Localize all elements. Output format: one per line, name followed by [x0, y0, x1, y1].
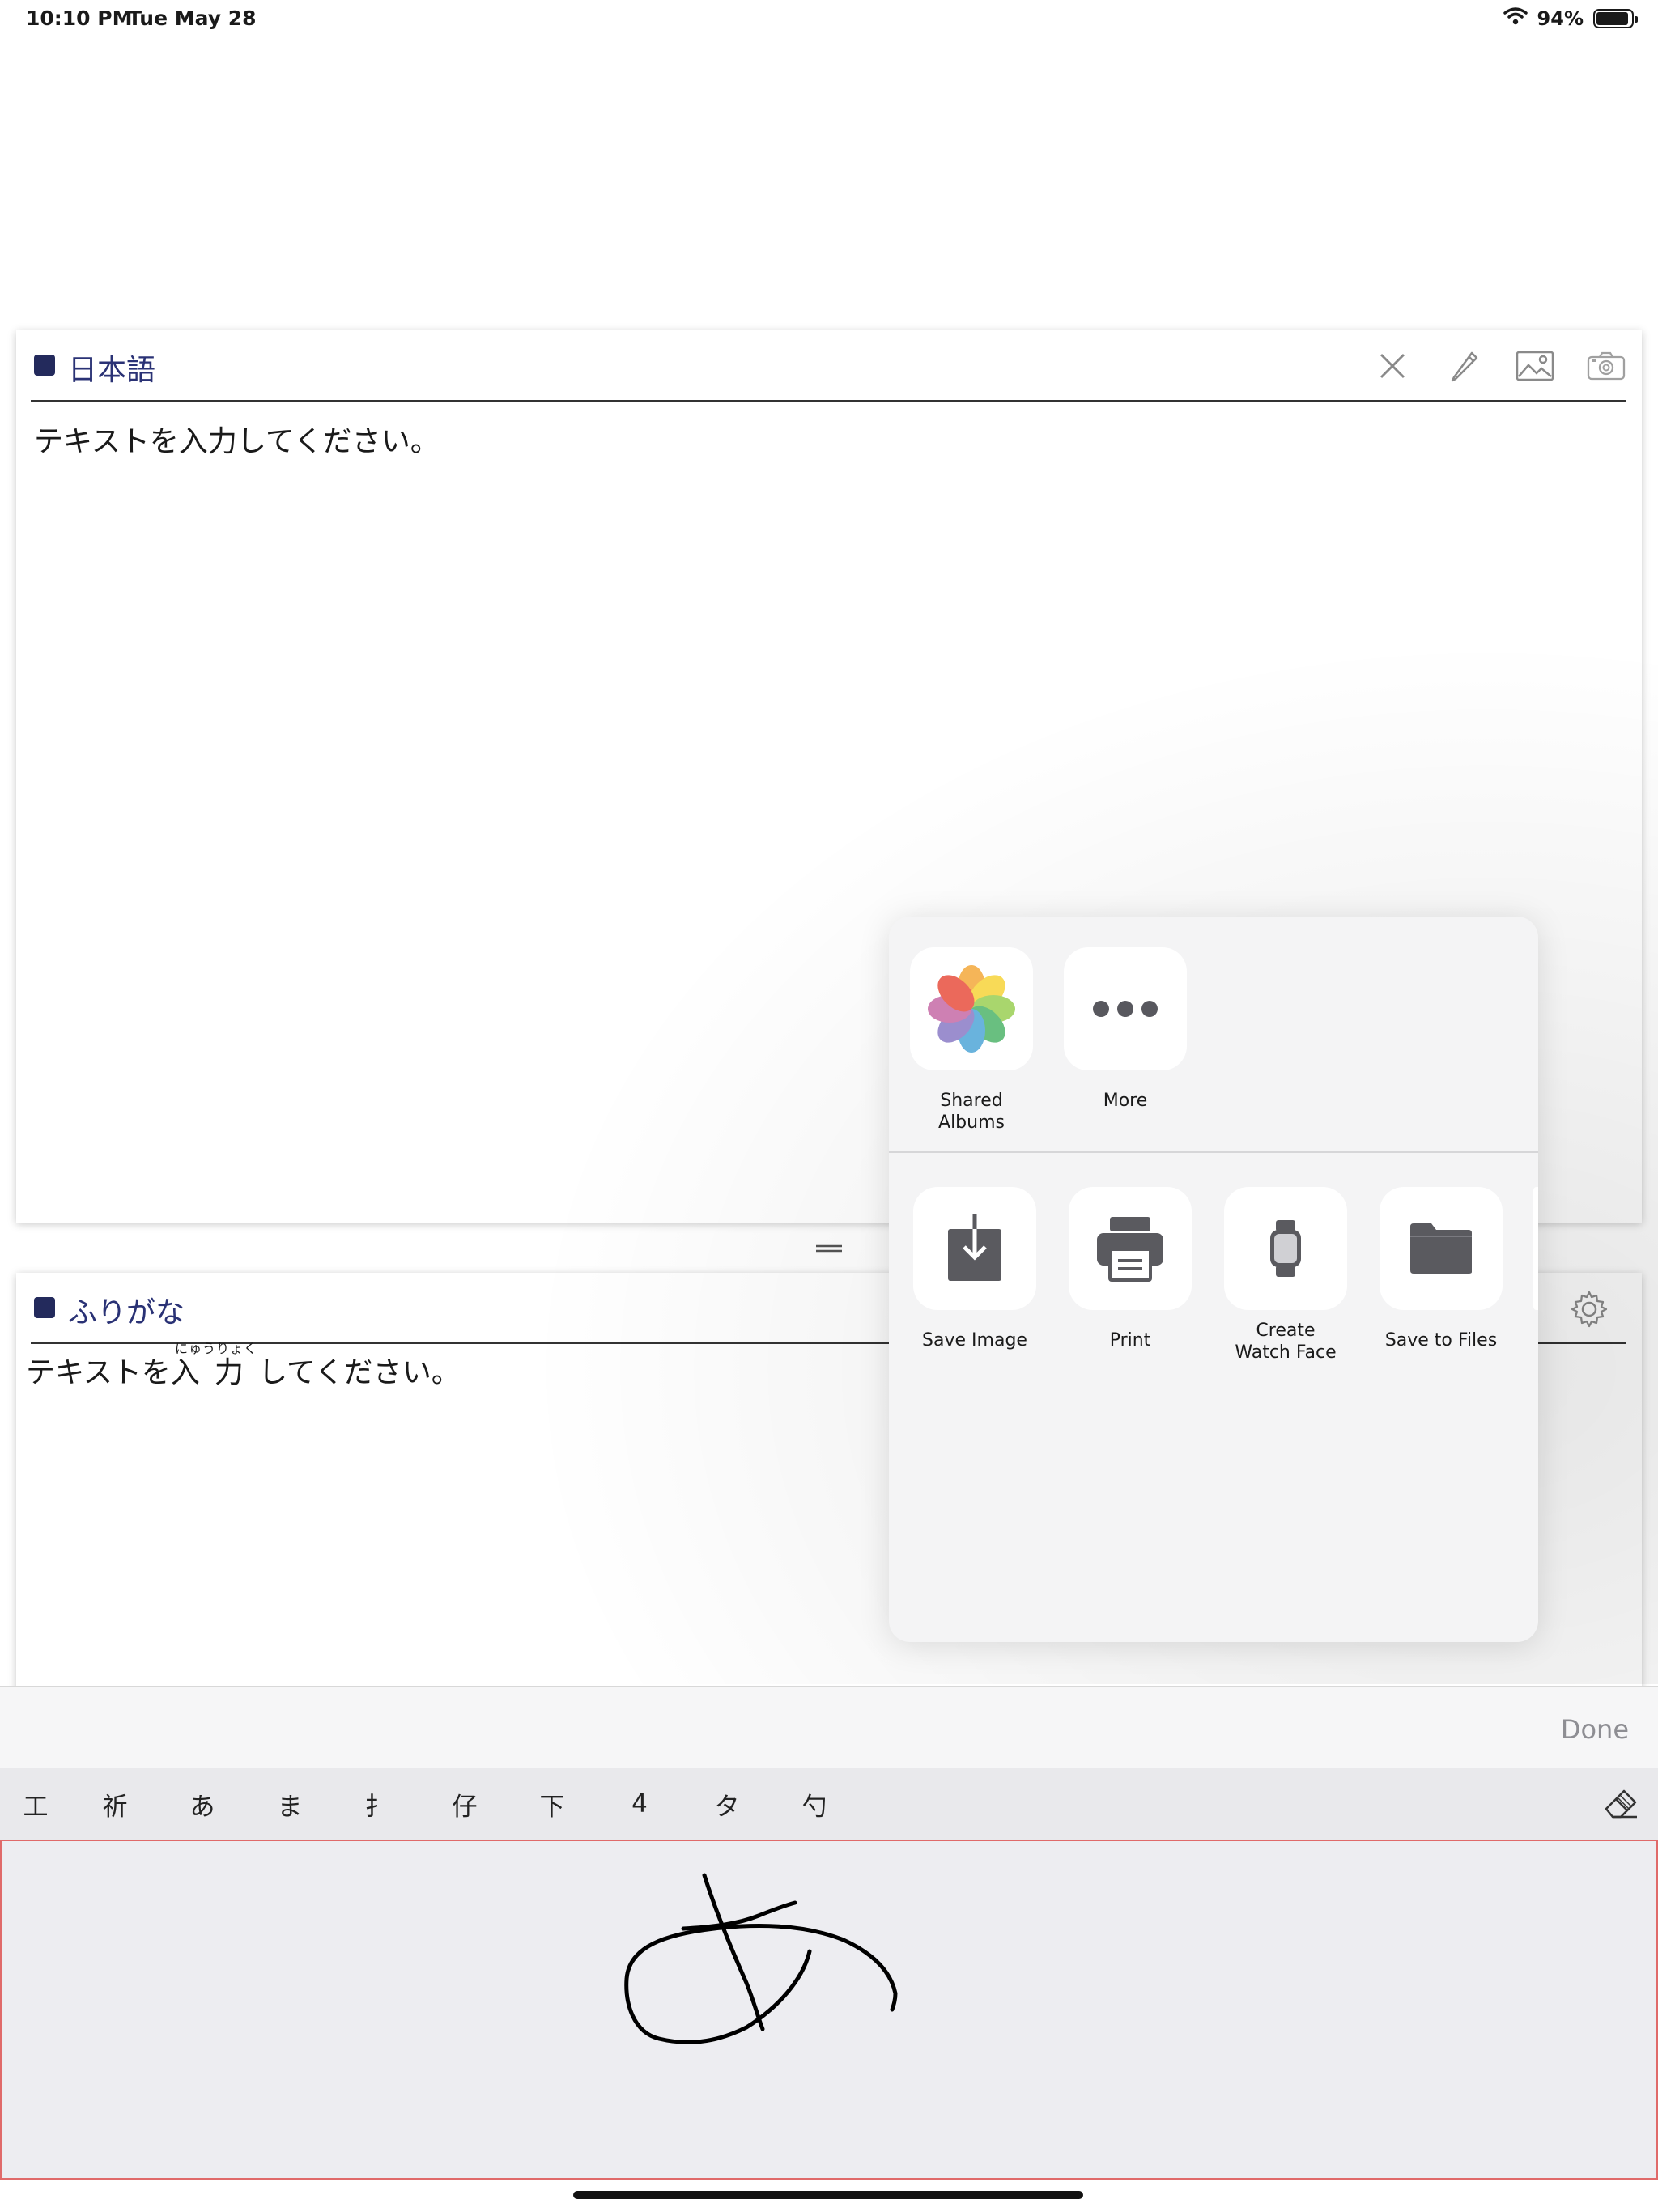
shared-albums-action[interactable]: Shared Albums — [910, 947, 1033, 1134]
eraser-icon[interactable] — [1603, 1784, 1640, 1825]
pencil-icon[interactable] — [1444, 348, 1483, 384]
candidate-item[interactable]: 祈 — [71, 1786, 159, 1823]
candidate-item[interactable]: 仔 — [421, 1786, 508, 1823]
create-watch-face-label: Create Watch Face — [1235, 1321, 1337, 1363]
done-button[interactable]: Done — [1561, 1714, 1629, 1745]
candidate-item[interactable]: ま — [246, 1786, 334, 1823]
panel-marker-icon — [34, 355, 55, 376]
candidate-item[interactable]: 4 — [596, 1789, 683, 1819]
candidate-item[interactable]: あ — [159, 1786, 246, 1823]
share-bottom-row: Save Image Print Create Watch Face Save … — [889, 1187, 1538, 1363]
candidate-item[interactable]: 扌 — [334, 1786, 421, 1823]
share-sheet: Shared Albums More Save Image Print Crea… — [889, 917, 1538, 1642]
status-time: 10:10 PM — [26, 6, 133, 30]
close-icon[interactable] — [1373, 348, 1412, 384]
camera-icon[interactable] — [1587, 348, 1626, 384]
print-action[interactable]: Print — [1069, 1187, 1192, 1363]
status-date: Tue May 28 — [128, 6, 257, 30]
status-bar: 10:10 PM Tue May 28 94% — [0, 0, 1658, 39]
battery-percent: 94% — [1537, 7, 1584, 30]
wifi-icon — [1503, 6, 1528, 31]
save-to-files-action[interactable]: Save to Files — [1380, 1187, 1503, 1363]
folder-icon — [1380, 1187, 1503, 1310]
save-image-action[interactable]: Save Image — [913, 1187, 1036, 1363]
watch-icon — [1224, 1187, 1347, 1310]
furigana-text[interactable]: テキストを入 力 してください。 — [26, 1349, 461, 1391]
japanese-text-input[interactable]: テキストを入力してください。 — [34, 418, 440, 460]
panel-marker-icon — [34, 1297, 55, 1318]
save-image-label: Save Image — [922, 1330, 1027, 1351]
candidate-item[interactable]: 下 — [508, 1786, 596, 1823]
share-top-row: Shared Albums More — [889, 947, 1538, 1134]
keyboard-toolbar: Done — [0, 1686, 1658, 1768]
furigana-text-kanji: 力 — [214, 1356, 244, 1389]
more-label: More — [1103, 1091, 1148, 1111]
gear-icon[interactable] — [1569, 1289, 1609, 1333]
candidate-bar: 工 祈 あ ま 扌 仔 下 4 タ 勺 — [0, 1768, 1658, 1840]
furigana-text-after: してください。 — [257, 1356, 461, 1389]
candidate-item[interactable]: 工 — [0, 1786, 71, 1823]
photos-icon — [910, 947, 1033, 1070]
save-image-icon — [913, 1187, 1036, 1310]
japanese-panel-title: 日本語 — [68, 354, 156, 387]
japanese-panel-tools — [1373, 348, 1626, 384]
furigana-panel-title: ふりがな — [68, 1296, 185, 1329]
share-scroll-edge — [1533, 1187, 1538, 1310]
handwriting-stroke — [624, 1873, 898, 2044]
japanese-panel-header: 日本語 — [31, 330, 1626, 402]
battery-icon — [1593, 9, 1638, 28]
shared-albums-label: Shared Albums — [938, 1091, 1005, 1133]
share-separator — [889, 1151, 1538, 1153]
save-to-files-label: Save to Files — [1384, 1330, 1498, 1351]
candidate-item[interactable]: 勺 — [771, 1786, 858, 1823]
status-indicators: 94% — [1503, 6, 1638, 31]
panel-resize-handle[interactable] — [814, 1242, 844, 1253]
image-icon[interactable] — [1516, 348, 1554, 384]
create-watch-face-action[interactable]: Create Watch Face — [1224, 1187, 1347, 1363]
furigana-text-before: テキストを入 — [26, 1356, 200, 1389]
handwriting-canvas[interactable] — [0, 1840, 1658, 2180]
print-label: Print — [1109, 1330, 1151, 1351]
printer-icon — [1069, 1187, 1192, 1310]
more-action[interactable]: More — [1064, 947, 1187, 1134]
candidate-item[interactable]: タ — [683, 1786, 771, 1823]
more-icon — [1064, 947, 1187, 1070]
home-indicator[interactable] — [573, 2191, 1083, 2199]
